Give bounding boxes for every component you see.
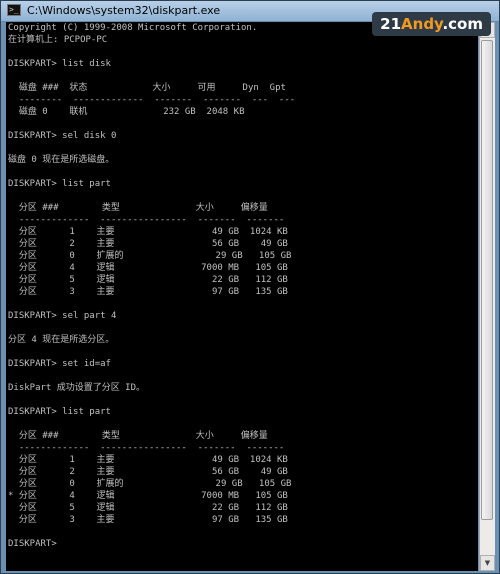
console-line: DISKPART> list part: [8, 407, 111, 417]
scrollbar-thumb[interactable]: [481, 40, 493, 520]
console-line: 磁盘 ### 状态 大小 可用 Dyn Gpt: [8, 83, 286, 93]
console-line: DISKPART> list part: [8, 179, 111, 189]
console-line: -------- ------------- ------- ------- -…: [8, 95, 296, 105]
watermark-part3: .com: [442, 15, 483, 33]
vertical-scrollbar[interactable]: ▲ ▼: [479, 22, 495, 571]
console-line: 分区 3 主要 97 GB 135 GB: [8, 515, 288, 525]
scroll-down-arrow-icon[interactable]: ▼: [480, 555, 495, 571]
console-line: 分区 2 主要 56 GB 49 GB: [8, 239, 288, 249]
console-line: 分区 0 扩展的 29 GB 105 GB: [8, 479, 292, 489]
console-line: DISKPART> sel disk 0: [8, 131, 117, 141]
console-line: 分区 ### 类型 大小 偏移量: [8, 203, 268, 213]
console-line: 磁盘 0 现在是所选磁盘。: [8, 155, 115, 165]
console-line: DISKPART> set id=af: [8, 359, 111, 369]
watermark-part1: 21: [380, 15, 402, 33]
console-text: Copyright (C) 1999-2008 Microsoft Corpor…: [6, 22, 478, 550]
cmd-console-icon[interactable]: >_: [7, 4, 21, 16]
console-line: ------------- ---------------- ------- -…: [8, 443, 285, 453]
console-line: DiskPart 成功设置了分区 ID。: [8, 383, 146, 393]
console-line: ------------- ---------------- ------- -…: [8, 215, 285, 225]
console-line: 分区 3 主要 97 GB 135 GB: [8, 287, 288, 297]
console-line: 分区 1 主要 49 GB 1024 KB: [8, 455, 288, 465]
console-line: 分区 0 扩展的 29 GB 105 GB: [8, 251, 292, 261]
site-watermark: 21Andy.com: [372, 12, 491, 36]
console-window: >_ C:\Windows\system32\diskpart.exe 21An…: [0, 0, 500, 574]
console-output-area[interactable]: Copyright (C) 1999-2008 Microsoft Corpor…: [6, 22, 478, 571]
console-line: 磁盘 0 联机 232 GB 2048 KB: [8, 107, 245, 117]
console-line: DISKPART> sel part 4: [8, 311, 117, 321]
console-line: DISKPART> list disk: [8, 59, 111, 69]
console-line: DISKPART>: [8, 539, 57, 549]
window-title: C:\Windows\system32\diskpart.exe: [27, 4, 221, 17]
console-line: 分区 1 主要 49 GB 1024 KB: [8, 227, 288, 237]
console-line: 分区 5 逻辑 22 GB 112 GB: [8, 503, 288, 513]
console-line: * 分区 4 逻辑 7000 MB 105 GB: [8, 491, 288, 501]
console-line: 分区 4 逻辑 7000 MB 105 GB: [8, 263, 288, 273]
console-line: 分区 ### 类型 大小 偏移量: [8, 431, 268, 441]
console-line: 分区 2 主要 56 GB 49 GB: [8, 467, 288, 477]
console-line: 分区 4 现在是所选分区。: [8, 335, 115, 345]
console-line: 分区 5 逻辑 22 GB 112 GB: [8, 275, 288, 285]
watermark-part2: Andy: [401, 15, 443, 33]
